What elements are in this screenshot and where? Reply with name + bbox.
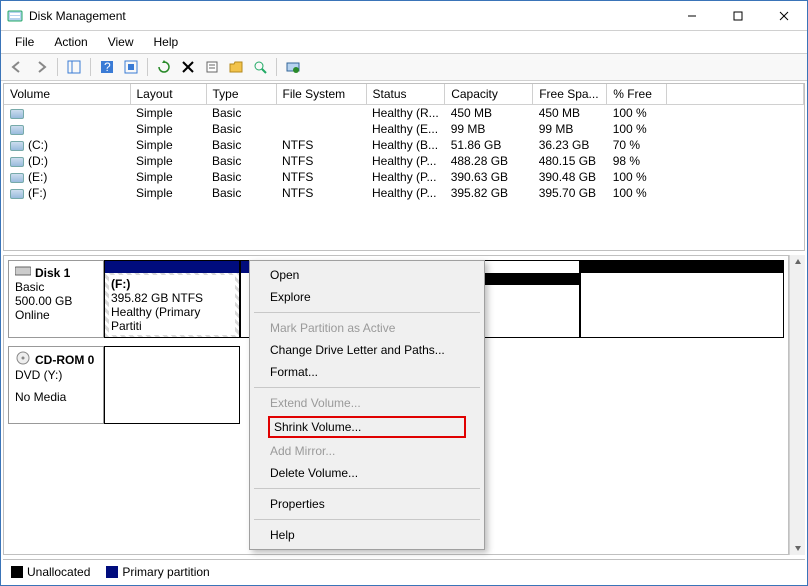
disk-graphical-view: Disk 1 Basic 500.00 GB Online (F:) 395.8… xyxy=(3,255,789,555)
menubar: File Action View Help xyxy=(1,31,807,53)
ctx-format[interactable]: Format... xyxy=(252,361,482,383)
help-icon[interactable]: ? xyxy=(97,57,117,77)
folder-icon[interactable] xyxy=(226,57,246,77)
ctx-open[interactable]: Open xyxy=(252,264,482,286)
app-icon xyxy=(7,8,23,24)
forward-icon[interactable] xyxy=(31,57,51,77)
vertical-scrollbar[interactable] xyxy=(789,255,805,555)
scroll-up-icon[interactable] xyxy=(791,255,805,269)
volume-icon xyxy=(10,157,24,167)
titlebar: Disk Management xyxy=(1,1,807,31)
cdrom-icon xyxy=(15,351,31,368)
volume-icon xyxy=(10,141,24,151)
partition-f[interactable]: (F:) 395.82 GB NTFS Healthy (Primary Par… xyxy=(104,260,240,338)
minimize-button[interactable] xyxy=(669,1,715,31)
col-fs[interactable]: File System xyxy=(276,84,366,105)
black-x-icon[interactable] xyxy=(178,57,198,77)
menu-action[interactable]: Action xyxy=(44,33,97,51)
close-button[interactable] xyxy=(761,1,807,31)
volume-icon xyxy=(10,189,24,199)
table-row[interactable]: SimpleBasicHealthy (R...450 MB450 MB100 … xyxy=(4,105,804,122)
scroll-down-icon[interactable] xyxy=(791,541,805,555)
settings-icon[interactable] xyxy=(121,57,141,77)
table-row[interactable]: (C:)SimpleBasicNTFSHealthy (B...51.86 GB… xyxy=(4,137,804,153)
context-menu: Open Explore Mark Partition as Active Ch… xyxy=(249,260,485,550)
toolbar: ? xyxy=(1,53,807,81)
volume-icon xyxy=(10,125,24,135)
partition-unallocated-large[interactable] xyxy=(580,260,784,338)
menu-view[interactable]: View xyxy=(98,33,144,51)
ctx-add-mirror: Add Mirror... xyxy=(252,440,482,462)
ctx-delete[interactable]: Delete Volume... xyxy=(252,462,482,484)
window-title: Disk Management xyxy=(29,9,669,23)
search-disk-icon[interactable] xyxy=(250,57,270,77)
rescan-icon[interactable] xyxy=(283,57,303,77)
ctx-properties[interactable]: Properties xyxy=(252,493,482,515)
volume-list: Volume Layout Type File System Status Ca… xyxy=(3,83,805,251)
menu-file[interactable]: File xyxy=(5,33,44,51)
col-type[interactable]: Type xyxy=(206,84,276,105)
content: Volume Layout Type File System Status Ca… xyxy=(1,81,807,585)
disk-management-window: Disk Management File Action View Help ? xyxy=(0,0,808,586)
ctx-explore[interactable]: Explore xyxy=(252,286,482,308)
cdrom-label[interactable]: CD-ROM 0 DVD (Y:) No Media xyxy=(8,346,104,424)
refresh-icon[interactable] xyxy=(154,57,174,77)
col-status[interactable]: Status xyxy=(366,84,445,105)
col-capacity[interactable]: Capacity xyxy=(445,84,533,105)
legend: Unallocated Primary partition xyxy=(3,559,805,583)
properties-icon[interactable] xyxy=(202,57,222,77)
svg-text:?: ? xyxy=(104,60,111,74)
ctx-shrink[interactable]: Shrink Volume... xyxy=(252,414,482,440)
disk1-label[interactable]: Disk 1 Basic 500.00 GB Online xyxy=(8,260,104,338)
col-layout[interactable]: Layout xyxy=(130,84,206,105)
table-row[interactable]: (F:)SimpleBasicNTFSHealthy (P...395.82 G… xyxy=(4,185,804,201)
ctx-extend: Extend Volume... xyxy=(252,392,482,414)
ctx-mark-active: Mark Partition as Active xyxy=(252,317,482,339)
disk-icon xyxy=(15,265,31,280)
view-icon[interactable] xyxy=(64,57,84,77)
col-free[interactable]: Free Spa... xyxy=(533,84,607,105)
back-icon[interactable] xyxy=(7,57,27,77)
ctx-help[interactable]: Help xyxy=(252,524,482,546)
volume-icon xyxy=(10,173,24,183)
col-pct[interactable]: % Free xyxy=(607,84,667,105)
legend-swatch-primary xyxy=(106,566,118,578)
table-row[interactable]: (D:)SimpleBasicNTFSHealthy (P...488.28 G… xyxy=(4,153,804,169)
menu-help[interactable]: Help xyxy=(144,33,189,51)
volume-icon xyxy=(10,109,24,119)
table-row[interactable]: SimpleBasicHealthy (E...99 MB99 MB100 % xyxy=(4,121,804,137)
table-row[interactable]: (E:)SimpleBasicNTFSHealthy (P...390.63 G… xyxy=(4,169,804,185)
ctx-change-letter[interactable]: Change Drive Letter and Paths... xyxy=(252,339,482,361)
col-volume[interactable]: Volume xyxy=(4,84,130,105)
legend-swatch-unallocated xyxy=(11,566,23,578)
maximize-button[interactable] xyxy=(715,1,761,31)
cdrom-partition[interactable] xyxy=(104,346,240,424)
